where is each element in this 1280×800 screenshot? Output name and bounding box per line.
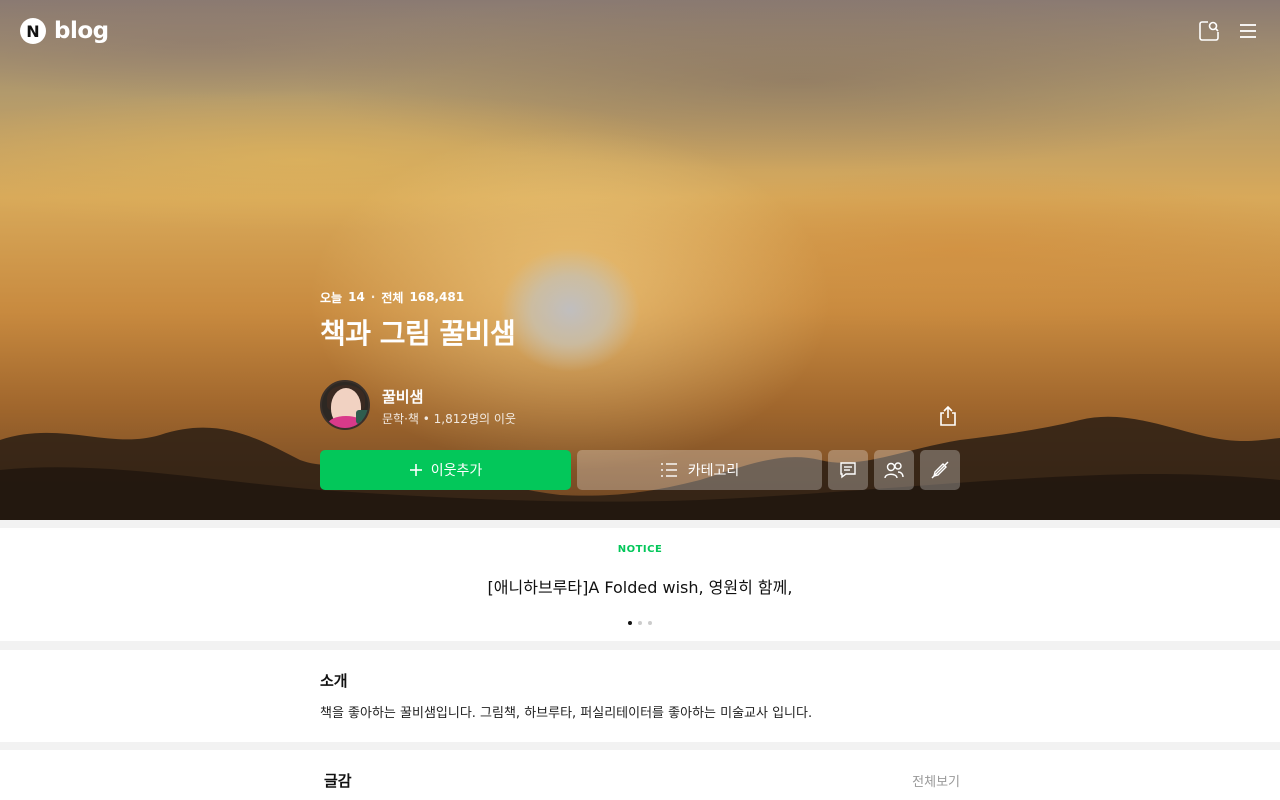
category-button[interactable]: 카테고리 [577, 450, 822, 490]
notice-pager [0, 621, 1280, 625]
pager-dot-2[interactable] [638, 621, 642, 625]
stats-separator: · [370, 290, 376, 304]
pager-dot-1[interactable] [628, 621, 632, 625]
posts-title: 글감 [324, 772, 352, 790]
list-icon [660, 463, 677, 477]
total-label: 전체 [381, 290, 404, 305]
posts-section: 글감 전체보기 [0, 750, 1280, 800]
guestbook-button[interactable] [828, 450, 868, 490]
write-off-button[interactable] [920, 450, 960, 490]
chat-icon [840, 462, 856, 479]
add-neighbor-label: 이웃추가 [430, 463, 483, 479]
intro-section: 소개 책을 좋아하는 꿀비샘입니다. 그림책, 하브루타, 퍼실리테이터를 좋아… [0, 650, 1280, 742]
notice-label: NOTICE [617, 544, 663, 555]
profile-section: 꿀비샘 문학·책 • 1,812명의 이웃 [320, 380, 960, 430]
naver-n-logo-icon: N [20, 18, 46, 44]
action-buttons: 이웃추가 카테고리 [320, 450, 960, 490]
notice-section: NOTICE [애니하브루타]A Folded wish, 영원히 함께, [0, 528, 1280, 641]
blog-header: 오늘 14 · 전체 168,481 책과 그림 꿀비샘 [320, 286, 960, 352]
profile-meta: 문학·책 • 1,812명의 이웃 [382, 412, 516, 426]
menu-icon[interactable] [1235, 18, 1261, 44]
top-bar: N blog [0, 0, 1280, 64]
intro-text: 책을 좋아하는 꿀비샘입니다. 그림책, 하브루타, 퍼실리테이터를 좋아하는 … [320, 706, 813, 721]
plus-icon [409, 464, 422, 476]
logo-text: blog [54, 18, 109, 44]
share-icon[interactable] [936, 404, 960, 428]
intro-title: 소개 [320, 672, 348, 690]
hero-banner: N blog 오늘 14 · 전체 168,481 책과 그림 꿀비샘 꿀비샘 … [0, 0, 1280, 520]
avatar[interactable] [320, 380, 370, 430]
blog-title[interactable]: 책과 그림 꿀비샘 [320, 312, 960, 352]
today-count: 14 [348, 290, 365, 304]
naver-blog-logo[interactable]: N blog [20, 18, 109, 44]
notification-search-icon[interactable] [1196, 18, 1222, 44]
view-all-link[interactable]: 전체보기 [912, 771, 960, 790]
notice-post-link[interactable]: [애니하브루타]A Folded wish, 영원히 함께, [0, 574, 1280, 598]
profile-name[interactable]: 꿀비샘 [382, 386, 423, 407]
today-label: 오늘 [320, 290, 343, 305]
total-count: 168,481 [409, 290, 465, 304]
add-neighbor-button[interactable]: 이웃추가 [320, 450, 571, 490]
category-label: 카테고리 [687, 463, 740, 479]
write-off-icon [931, 461, 949, 479]
neighbors-icon [884, 462, 904, 479]
visitor-stats: 오늘 14 · 전체 168,481 [320, 286, 960, 308]
pager-dot-3[interactable] [648, 621, 652, 625]
neighbors-button[interactable] [874, 450, 914, 490]
